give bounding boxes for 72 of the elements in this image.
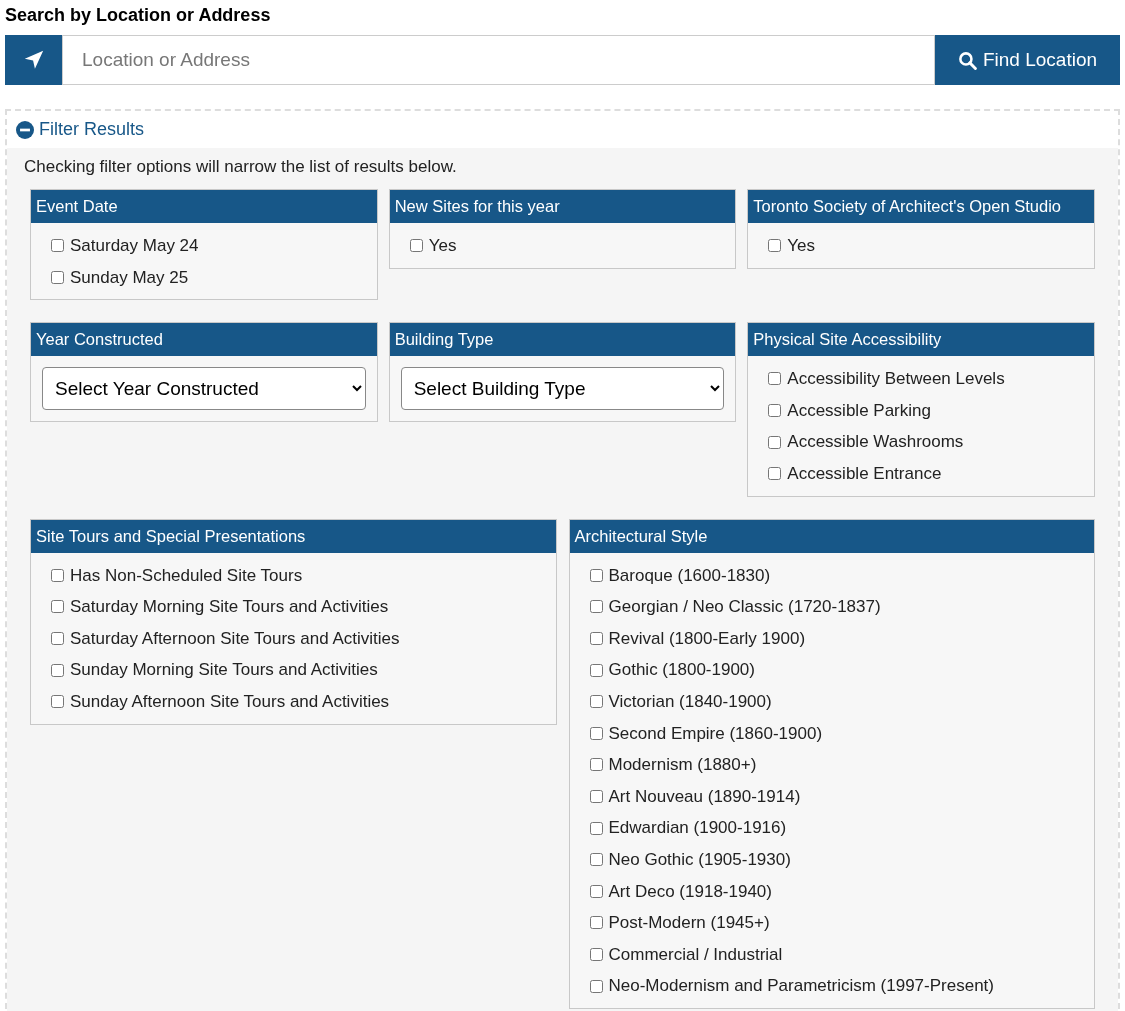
checkbox[interactable] (589, 695, 603, 709)
checkbox[interactable] (51, 239, 64, 253)
option-label: Edwardian (1900-1916) (608, 817, 787, 840)
option-label: Accessibility Between Levels (787, 368, 1005, 391)
checkbox[interactable] (768, 467, 782, 481)
checkbox[interactable] (768, 239, 782, 253)
checkbox[interactable] (589, 758, 603, 772)
option-label: Post-Modern (1945+) (608, 912, 770, 935)
collapse-icon[interactable] (16, 120, 34, 139)
filter-card-header: Toronto Society of Architect's Open Studio (748, 190, 1094, 223)
option-label: Art Nouveau (1890-1914) (608, 785, 801, 808)
option-label: Gothic (1800-1900) (608, 659, 755, 682)
option-label: Sunday May 25 (70, 266, 189, 289)
filter-card-header: Building Type (389, 323, 736, 357)
option-label: Saturday Morning Site Tours and Activities (70, 596, 389, 619)
option-label: Baroque (1600-1830) (608, 564, 771, 587)
option-label: Accessible Parking (787, 399, 931, 422)
filter-card-header: Event Date (31, 190, 377, 223)
option-label: Georgian / Neo Classic (1720-1837) (608, 596, 881, 619)
filter-card-header: New Sites for this year (389, 190, 736, 223)
checkbox[interactable] (51, 270, 64, 284)
checkbox[interactable] (589, 853, 603, 867)
locate-button[interactable] (5, 35, 62, 85)
filter-card-header: Year Constructed (31, 323, 377, 357)
option-label: Sunday Afternoon Site Tours and Activities (70, 691, 390, 713)
checkbox[interactable] (589, 821, 603, 835)
checkbox[interactable] (768, 404, 782, 418)
option-label: Neo Gothic (1905-1930) (608, 848, 791, 871)
checkbox[interactable] (589, 979, 603, 993)
checkbox[interactable] (589, 568, 603, 582)
checkbox[interactable] (51, 695, 64, 709)
option-label: Yes (428, 235, 457, 258)
filter-results-toggle[interactable]: Filter Results (39, 116, 145, 143)
option-label: Sunday Morning Site Tours and Activities (70, 659, 378, 682)
checkbox[interactable] (589, 884, 603, 898)
option-label: Saturday Afternoon Site Tours and Activities (70, 627, 400, 650)
checkbox[interactable] (768, 435, 782, 449)
select-field[interactable]: Select Building Type (400, 367, 725, 411)
select-field[interactable]: Select Year Constructed (42, 367, 366, 411)
checkbox[interactable] (589, 726, 603, 740)
checkbox[interactable] (589, 663, 603, 677)
filter-hint: Checking filter options will narrow the list of results below. (24, 156, 458, 178)
filter-card-header: Site Tours and Special Presentations (31, 519, 556, 553)
option-label: Neo-Modernism and Parametricism (1997-Present) (608, 975, 994, 998)
option-label: Has Non-Scheduled Site Tours (70, 564, 303, 587)
checkbox[interactable] (589, 632, 603, 646)
checkbox[interactable] (768, 372, 782, 386)
option-label: Victorian (1840-1900) (608, 691, 772, 713)
find-location-button[interactable]: Find Location (935, 35, 1120, 85)
option-label: Revival (1800-Early 1900) (608, 627, 806, 650)
checkbox[interactable] (51, 663, 64, 677)
option-label: Accessible Entrance (787, 463, 942, 485)
option-label: Saturday May 24 (70, 235, 199, 258)
option-label: Yes (787, 235, 816, 258)
search-title: Search by Location or Address (4, 4, 272, 27)
option-label: Modernism (1880+) (608, 754, 757, 777)
option-label: Commercial / Industrial (608, 943, 783, 966)
checkbox[interactable] (589, 916, 603, 930)
checkbox[interactable] (409, 239, 423, 253)
checkbox[interactable] (589, 948, 603, 961)
checkbox[interactable] (51, 600, 64, 614)
checkbox[interactable] (589, 790, 603, 803)
search-icon (957, 50, 977, 70)
filter-card-header: Physical Site Accessibility (748, 323, 1094, 357)
checkbox[interactable] (51, 568, 64, 582)
option-label: Second Empire (1860-1900) (608, 722, 823, 745)
checkbox[interactable] (51, 632, 64, 646)
location-input-field[interactable]: Location or Address (62, 35, 935, 85)
option-label: Accessible Washrooms (787, 431, 964, 454)
filter-card-header: Architectural Style (569, 519, 1094, 553)
checkbox[interactable] (589, 600, 603, 614)
option-label: Art Deco (1918-1940) (608, 880, 772, 903)
